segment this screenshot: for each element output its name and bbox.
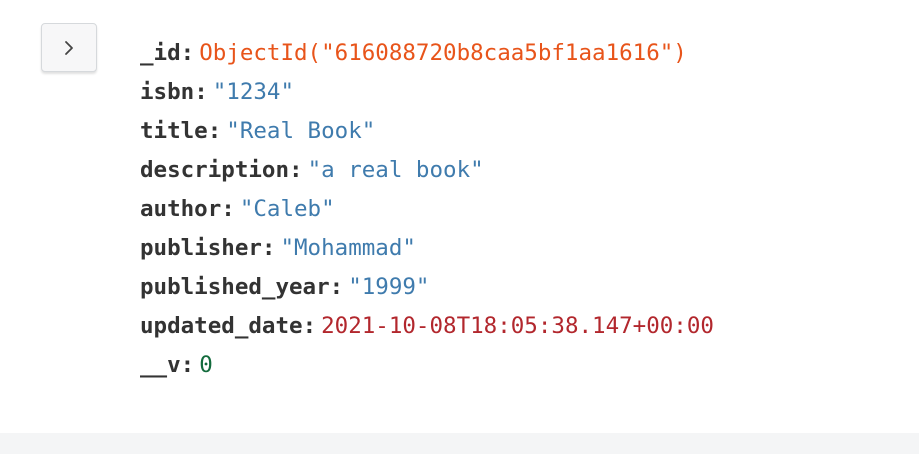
field-row-updated-date: updated_date:2021-10-08T18:05:38.147+00:… [140,307,714,346]
field-key: author [140,196,222,222]
field-row-publisher: publisher: "Mohammad" [140,229,714,268]
field-key: __v [140,352,181,378]
field-value: "Real Book" [226,118,376,144]
field-value: 2021-10-08T18:05:38.147+00:00 [321,313,714,339]
field-key: isbn [140,79,195,105]
field-value: ObjectId("616088720b8caa5bf1aa1616") [199,40,687,66]
field-key: updated_date [140,313,303,339]
field-key: _id [140,40,181,66]
field-key: title [140,118,208,144]
field-row-isbn: isbn: "1234" [140,73,714,112]
field-separator: : [261,235,276,261]
field-value: "a real book" [307,157,484,183]
field-row-id: _id: ObjectId("616088720b8caa5bf1aa1616") [140,34,714,73]
field-value: "1234" [212,79,295,105]
field-separator: : [180,40,195,66]
field-separator: : [302,313,317,339]
document-view: _id: ObjectId("616088720b8caa5bf1aa1616")… [140,34,714,385]
field-value: "1999" [348,274,430,300]
field-row-description: description: "a real book" [140,151,714,190]
chevron-right-icon [65,40,73,55]
next-document-divider [0,433,919,454]
expand-document-button[interactable] [41,23,97,72]
field-value: "Mohammad" [280,235,416,261]
field-separator: : [329,274,344,300]
field-separator: : [180,352,195,378]
field-separator: : [289,157,303,183]
field-key: publisher [140,235,262,261]
field-separator: : [221,196,235,222]
field-separator: : [207,118,222,144]
field-separator: : [194,79,208,105]
field-key: published_year [140,274,330,300]
field-value: 0 [199,352,213,378]
field-value: "Caleb" [239,196,335,222]
field-key: description [140,157,290,183]
field-row-published-year: published_year: "1999" [140,268,714,307]
field-row-title: title: "Real Book" [140,112,714,151]
field-row-author: author: "Caleb" [140,190,714,229]
field-row-version: __v:0 [140,346,714,385]
